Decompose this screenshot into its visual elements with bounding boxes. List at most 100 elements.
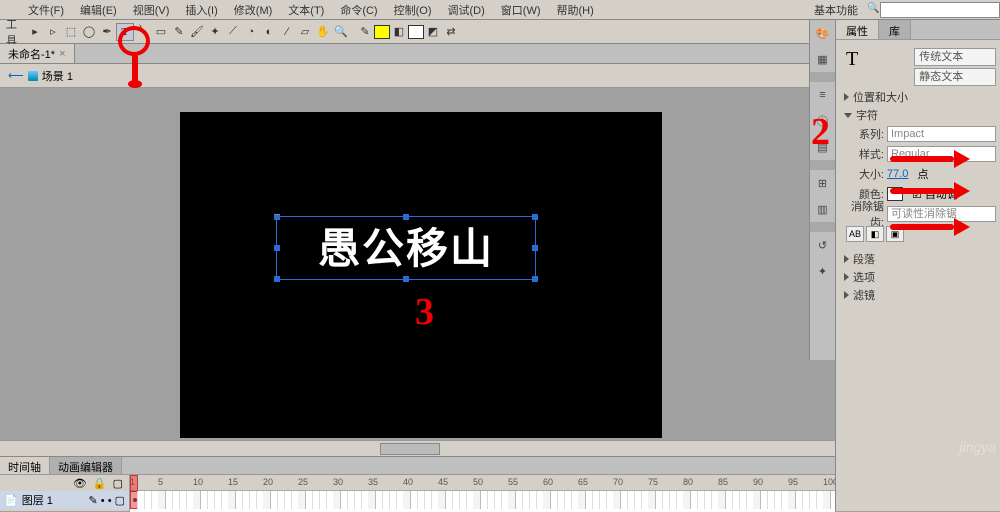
- menu-edit[interactable]: 编辑(E): [72, 0, 125, 20]
- stroke-swatch[interactable]: [374, 25, 390, 39]
- font-style-select[interactable]: Regular: [887, 146, 996, 162]
- hand-tool-icon[interactable]: ✋: [314, 23, 332, 41]
- tab-properties[interactable]: 属性: [836, 20, 879, 39]
- text-type-select[interactable]: 静态文本: [914, 68, 996, 86]
- text-color-swatch[interactable]: [887, 187, 903, 201]
- menu-text[interactable]: 文本(T): [280, 0, 332, 20]
- menu-modify[interactable]: 修改(M): [226, 0, 281, 20]
- menu-ctrl[interactable]: 控制(O): [386, 0, 440, 20]
- frames-area[interactable]: 1510152025303540455055606570758085909510…: [130, 475, 835, 512]
- handle-icon[interactable]: [274, 245, 280, 251]
- transform-panel-icon[interactable]: ⊞: [810, 170, 835, 196]
- antialias-select[interactable]: 可读性消除锯: [887, 206, 996, 222]
- free-transform-icon[interactable]: ⬚: [62, 23, 80, 41]
- bone-tool-icon[interactable]: ⟋: [224, 23, 242, 41]
- handle-icon[interactable]: [403, 276, 409, 282]
- search-input[interactable]: [880, 2, 1000, 18]
- scroll-thumb[interactable]: [380, 443, 440, 455]
- components-panel-icon[interactable]: ▥: [810, 196, 835, 222]
- bw-icon[interactable]: ◩: [424, 23, 442, 41]
- lock-icon[interactable]: 🔒: [93, 477, 107, 490]
- eyedropper-icon[interactable]: ⁄: [278, 23, 296, 41]
- library-panel-icon[interactable]: ▤: [810, 134, 835, 160]
- swatches-panel-icon[interactable]: ▦: [810, 46, 835, 72]
- menu-view[interactable]: 视图(V): [125, 0, 178, 20]
- line-tool-icon[interactable]: ╲: [134, 23, 152, 41]
- menu-insert[interactable]: 插入(I): [177, 0, 225, 20]
- noswap-icon[interactable]: ⇄: [442, 23, 460, 41]
- zoom-tool-icon[interactable]: 🔍: [332, 23, 350, 41]
- sample-panel-icon[interactable]: ✦: [810, 258, 835, 284]
- chevron-right-icon: [844, 291, 849, 299]
- document-tab[interactable]: 未命名-1* ×: [0, 44, 75, 63]
- stroke-color-icon[interactable]: ✎: [356, 23, 374, 41]
- lasso-tool-icon[interactable]: ◯: [80, 23, 98, 41]
- subselect-tool-icon[interactable]: ▹: [44, 23, 62, 41]
- text-frame[interactable]: 愚公移山: [276, 216, 536, 280]
- menu-cmd[interactable]: 命令(C): [332, 0, 385, 20]
- chevron-down-icon: [844, 113, 852, 118]
- selection-tool-icon[interactable]: ▸: [26, 23, 44, 41]
- section-label: 位置和大小: [853, 89, 908, 105]
- menu-window[interactable]: 窗口(W): [493, 0, 549, 20]
- info-panel-icon[interactable]: ⓘ: [810, 108, 835, 134]
- text-engine-select[interactable]: 传统文本: [914, 48, 996, 66]
- pencil-tool-icon[interactable]: ✎: [170, 23, 188, 41]
- menu-file[interactable]: 文件(F): [20, 0, 72, 20]
- workspace-switcher[interactable]: 基本功能: [798, 0, 874, 20]
- handle-icon[interactable]: [532, 276, 538, 282]
- section-paragraph[interactable]: 段落: [840, 250, 996, 268]
- handle-icon[interactable]: [274, 276, 280, 282]
- section-filters[interactable]: 滤镜: [840, 286, 996, 304]
- handle-icon[interactable]: [274, 214, 280, 220]
- font-family-select[interactable]: Impact: [887, 126, 996, 142]
- section-options[interactable]: 选项: [840, 268, 996, 286]
- frame-track[interactable]: [130, 491, 835, 509]
- tab-timeline[interactable]: 时间轴: [0, 457, 50, 474]
- handle-icon[interactable]: [532, 214, 538, 220]
- align-panel-icon[interactable]: ≡: [810, 82, 835, 108]
- tab-motion-editor[interactable]: 动画编辑器: [50, 457, 122, 474]
- layer-row[interactable]: 📄 图层 1 ✎ • • ▢: [0, 491, 129, 509]
- selectable-toggle-icon[interactable]: AB: [846, 226, 864, 242]
- ruler-tick: 85: [718, 477, 728, 487]
- stage-text[interactable]: 愚公移山: [277, 217, 535, 281]
- fill-color-icon[interactable]: ◧: [390, 23, 408, 41]
- section-position[interactable]: 位置和大小: [840, 88, 996, 106]
- handle-icon[interactable]: [532, 245, 538, 251]
- layer-header: 👁 🔒 ▢: [0, 475, 129, 491]
- font-size-input[interactable]: 77.0: [887, 168, 908, 180]
- color-panel-icon[interactable]: 🎨: [810, 20, 835, 46]
- panel-icon-strip: 🎨 ▦ ≡ ⓘ ▤ ⊞ ▥ ↺ ✦: [809, 20, 835, 360]
- close-tab-icon[interactable]: ×: [59, 48, 65, 60]
- ruler-tick: 80: [683, 477, 693, 487]
- frame-ruler[interactable]: 1510152025303540455055606570758085909510…: [130, 475, 835, 491]
- menu-debug[interactable]: 调试(D): [440, 0, 493, 20]
- stage[interactable]: 愚公移山: [180, 112, 662, 438]
- fill-swatch[interactable]: [408, 25, 424, 39]
- auto-kern-checkbox[interactable]: 自动调: [925, 186, 958, 202]
- ruler-tick: 95: [788, 477, 798, 487]
- brush-tool-icon[interactable]: 🖌: [188, 23, 206, 41]
- deco-tool-icon[interactable]: ✦: [206, 23, 224, 41]
- text-tool-icon[interactable]: T: [116, 23, 134, 41]
- menu-help[interactable]: 帮助(H): [549, 0, 602, 20]
- superscript-icon[interactable]: ◧: [866, 226, 884, 242]
- subscript-icon[interactable]: ▣: [886, 226, 904, 242]
- paint-bucket-icon[interactable]: ◔: [242, 23, 260, 41]
- eraser-tool-icon[interactable]: ▱: [296, 23, 314, 41]
- section-character[interactable]: 字符: [840, 106, 996, 124]
- handle-icon[interactable]: [403, 214, 409, 220]
- back-icon[interactable]: ⟵: [8, 69, 24, 82]
- eye-icon[interactable]: 👁: [73, 477, 87, 490]
- tab-library[interactable]: 库: [879, 20, 911, 39]
- ink-bottle-icon[interactable]: ◐: [260, 23, 278, 41]
- history-panel-icon[interactable]: ↺: [810, 232, 835, 258]
- text-tool-glyph-icon: T: [840, 46, 864, 73]
- rect-tool-icon[interactable]: ▭: [152, 23, 170, 41]
- scene-name[interactable]: 场景 1: [42, 68, 73, 84]
- layer-name[interactable]: 图层 1: [22, 492, 53, 508]
- pen-tool-icon[interactable]: ✒: [98, 23, 116, 41]
- outline-icon[interactable]: ▢: [113, 477, 123, 490]
- ruler-tick: 65: [578, 477, 588, 487]
